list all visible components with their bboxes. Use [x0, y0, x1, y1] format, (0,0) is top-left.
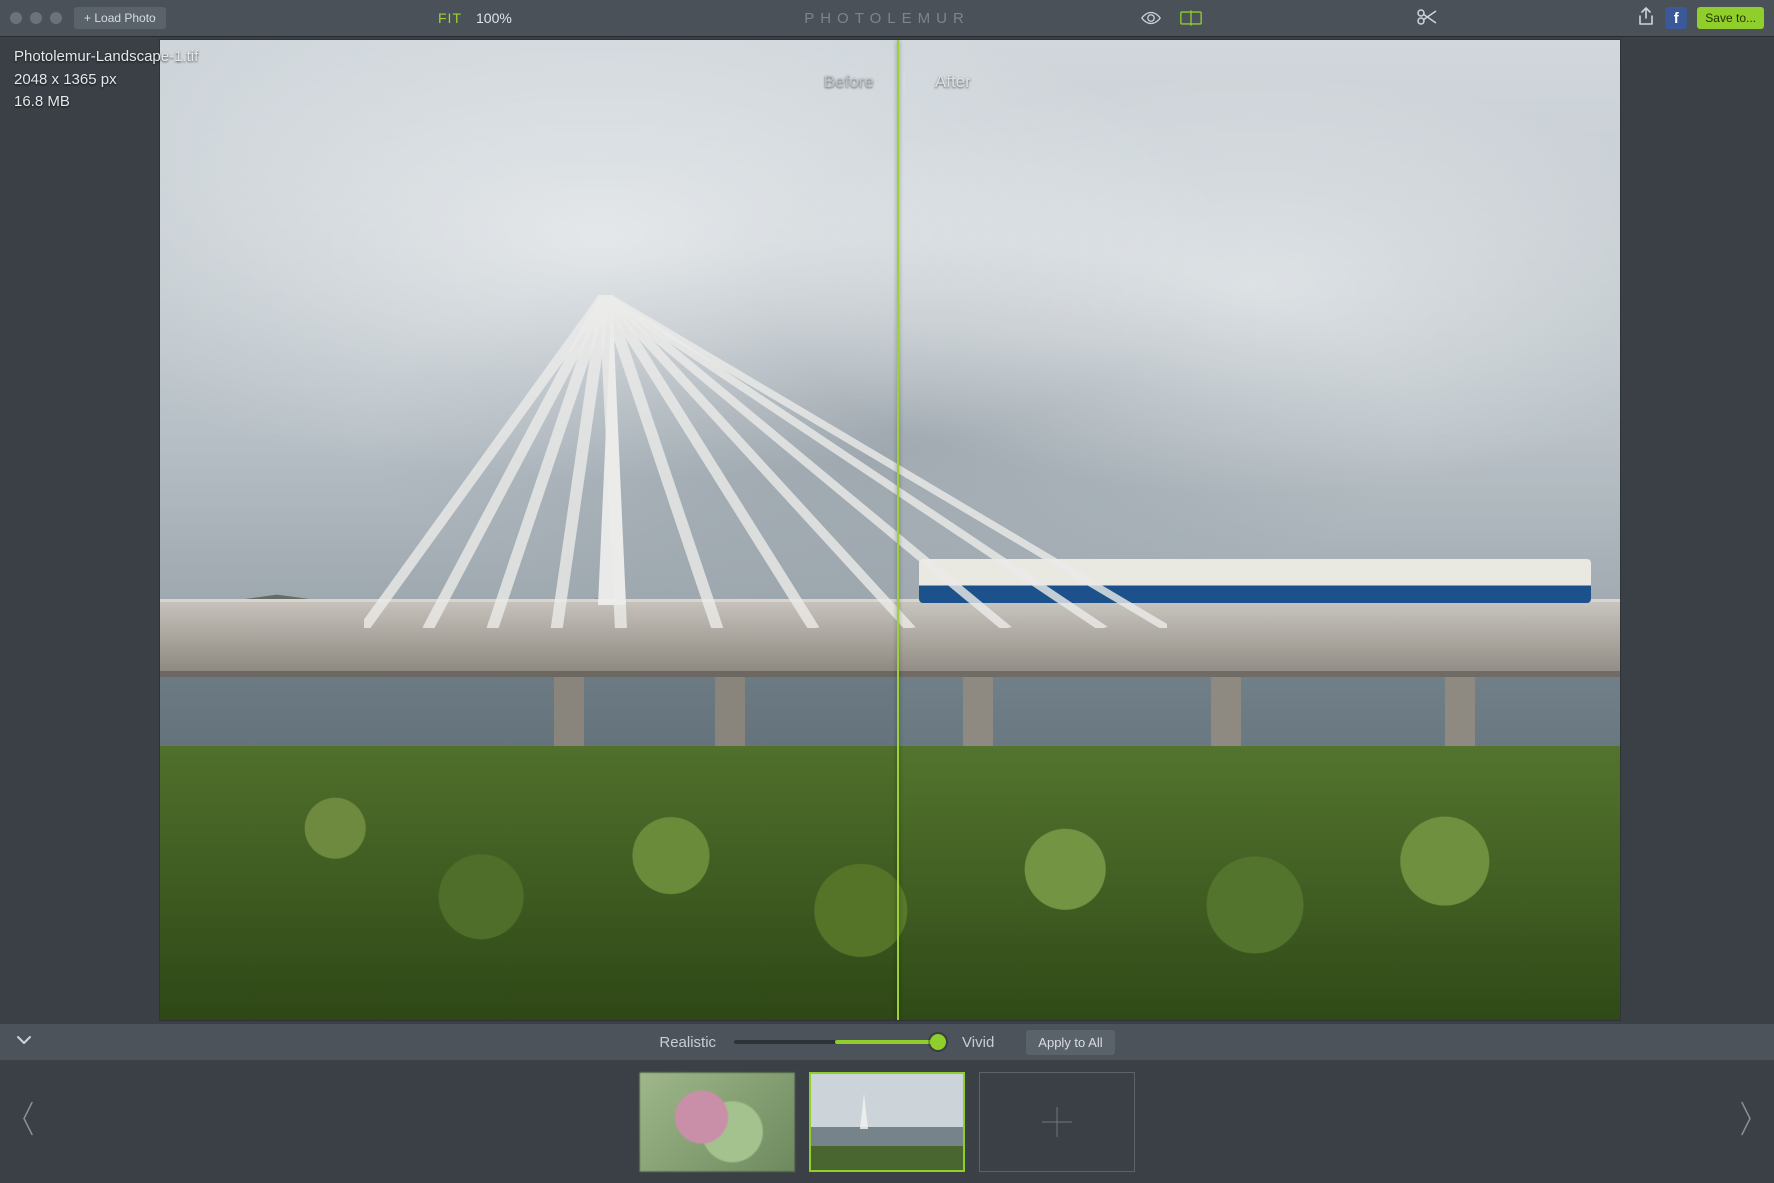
zoom-controls: FIT 100% [438, 10, 512, 26]
file-name: Photolemur-Landscape-1.tif [14, 46, 198, 69]
slider-thumb[interactable] [930, 1034, 946, 1050]
window-controls [10, 12, 62, 24]
after-enhanced-overlay [897, 40, 1620, 1020]
slider-vivid-label: Vivid [962, 1034, 994, 1051]
load-photo-button[interactable]: + Load Photo [74, 7, 166, 29]
split-compare-icon[interactable] [1180, 10, 1202, 26]
file-size: 16.8 MB [14, 91, 198, 114]
top-toolbar: + Load Photo FIT 100% PHOTOLEMUR f Save … [0, 0, 1774, 36]
expand-panel-button[interactable] [14, 1030, 34, 1054]
save-to-button[interactable]: Save to... [1697, 7, 1764, 29]
enhancement-slider[interactable] [734, 1040, 944, 1044]
eye-preview-icon[interactable] [1140, 10, 1162, 26]
before-after-divider [904, 73, 905, 93]
filmstrip [0, 1060, 1774, 1183]
after-label: After [935, 72, 971, 93]
filmstrip-prev-button[interactable] [10, 1088, 46, 1155]
filmstrip-next-button[interactable] [1728, 1088, 1764, 1155]
photo-bridge-pylon [598, 295, 626, 605]
export-group: f Save to... [1637, 7, 1764, 30]
compare-split-handle[interactable] [897, 40, 899, 1020]
file-info-overlay: Photolemur-Landscape-1.tif 2048 x 1365 p… [14, 46, 198, 114]
enhancement-slider-bar: Realistic Vivid Apply to All [0, 1024, 1774, 1060]
window-close-button[interactable] [10, 12, 22, 24]
window-minimize-button[interactable] [30, 12, 42, 24]
apply-to-all-button[interactable]: Apply to All [1026, 1030, 1114, 1055]
share-icon[interactable] [1637, 7, 1655, 30]
zoom-100-button[interactable]: 100% [476, 10, 512, 26]
file-dimensions: 2048 x 1365 px [14, 69, 198, 92]
view-mode-group [1140, 10, 1202, 26]
slider-realistic-label: Realistic [659, 1034, 716, 1051]
slider-fill [835, 1040, 944, 1044]
image-viewer[interactable]: Before After [160, 40, 1620, 1020]
thumbnail-1[interactable] [639, 1072, 795, 1172]
fit-to-screen-button[interactable]: FIT [438, 10, 462, 26]
facebook-share-button[interactable]: f [1665, 7, 1687, 29]
add-photo-thumbnail[interactable] [979, 1072, 1135, 1172]
plus-icon [1042, 1107, 1072, 1137]
crop-icon[interactable] [1416, 8, 1438, 29]
app-title: PHOTOLEMUR [804, 10, 970, 27]
before-label: Before [824, 72, 874, 93]
window-zoom-button[interactable] [50, 12, 62, 24]
thumbnail-2-selected[interactable] [809, 1072, 965, 1172]
